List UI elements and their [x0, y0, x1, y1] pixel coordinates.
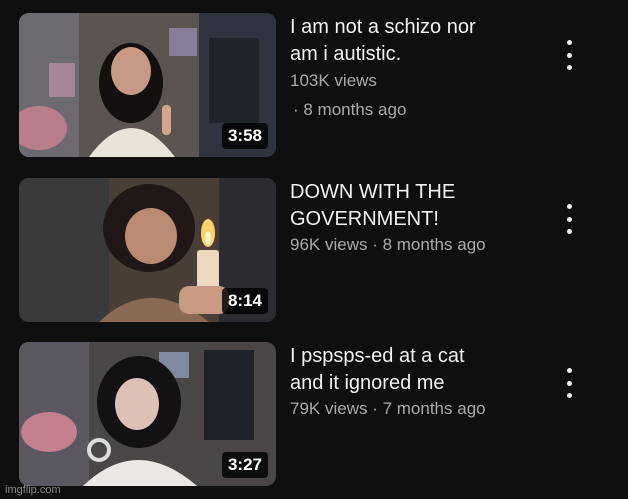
vertical-ellipsis-icon: [566, 380, 572, 386]
vertical-ellipsis-icon: [566, 65, 572, 70]
more-actions-button[interactable]: [558, 368, 580, 398]
video-age: · 8 months ago: [293, 100, 407, 119]
video-views: 103K views: [290, 71, 377, 90]
video-title[interactable]: DOWN WITH THE GOVERNMENT!: [290, 179, 540, 233]
vertical-ellipsis-icon: [566, 216, 572, 222]
video-title[interactable]: I pspsps-ed at a cat and it ignored me: [290, 343, 540, 397]
video-item[interactable]: 3:27 I pspsps-ed at a cat and it ignored…: [0, 342, 628, 488]
watermark: imgflip.com: [5, 484, 61, 496]
vertical-ellipsis-icon: [566, 52, 572, 58]
video-thumbnail[interactable]: 3:58: [19, 13, 276, 157]
video-duration: 8:14: [221, 288, 268, 314]
video-thumbnail[interactable]: 8:14: [19, 178, 276, 322]
video-duration: 3:27: [221, 452, 268, 478]
video-thumbnail[interactable]: 3:27: [19, 342, 276, 486]
video-views: 79K views · 7 months ago: [290, 399, 486, 418]
vertical-ellipsis-icon: [566, 40, 572, 45]
more-actions-button[interactable]: [558, 204, 580, 234]
video-views: 96K views · 8 months ago: [290, 235, 486, 254]
video-title[interactable]: I am not a schizo nor am i autistic.: [290, 14, 540, 68]
video-item[interactable]: 3:58 I am not a schizo nor am i autistic…: [0, 13, 628, 159]
more-actions-button[interactable]: [558, 40, 580, 70]
vertical-ellipsis-icon: [566, 368, 572, 373]
vertical-ellipsis-icon: [566, 229, 572, 234]
video-item[interactable]: 8:14 DOWN WITH THE GOVERNMENT! 96K views…: [0, 178, 628, 324]
vertical-ellipsis-icon: [566, 393, 572, 398]
vertical-ellipsis-icon: [566, 204, 572, 209]
video-duration: 3:58: [221, 123, 268, 149]
